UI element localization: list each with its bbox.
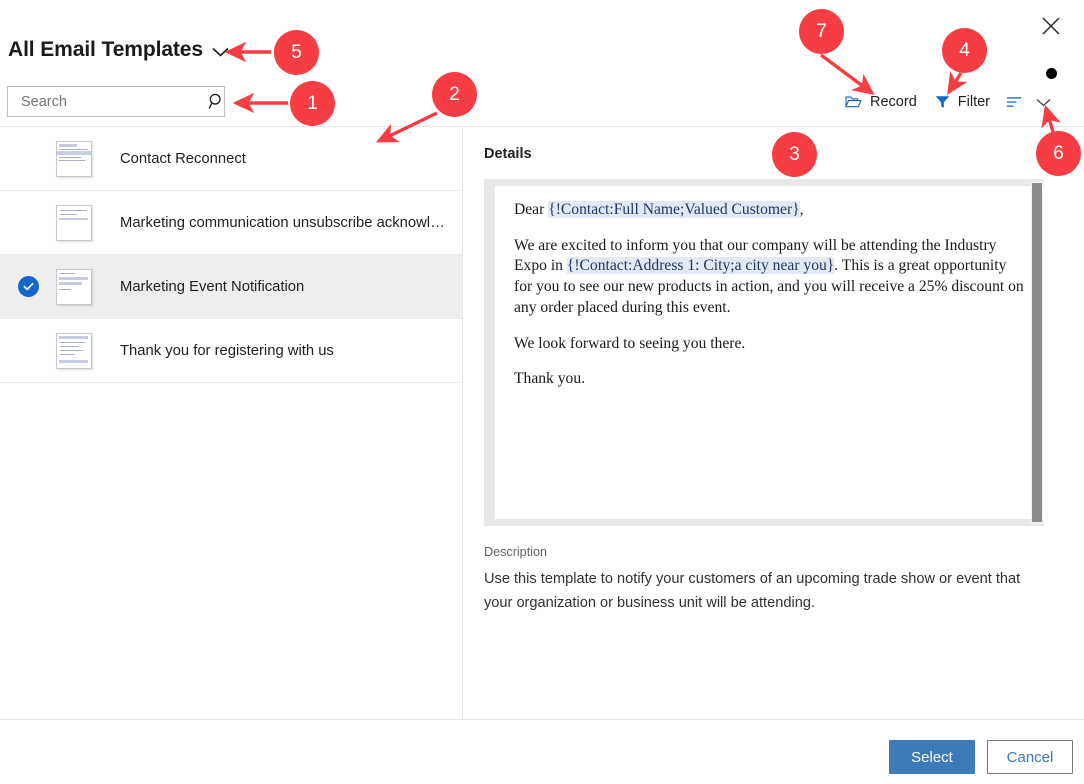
document-thumbnail-icon: [56, 141, 92, 177]
details-panel: Details Dear {!Contact:Full Name;Valued …: [462, 126, 1084, 720]
email-paragraph-4: Thank you.: [514, 369, 1028, 390]
annotation-badge-1: 1: [290, 81, 335, 126]
placeholder-token-full-name: {!Contact:Full Name;Valued Customer}: [548, 201, 799, 218]
document-thumbnail-icon: [56, 269, 92, 305]
view-selector[interactable]: All Email Templates: [8, 38, 229, 62]
filter-icon: [935, 95, 950, 109]
search-input[interactable]: [8, 87, 208, 116]
greeting-suffix: ,: [800, 201, 804, 218]
folder-open-icon: [845, 95, 862, 109]
email-preview-scrollbar[interactable]: [1031, 181, 1043, 524]
dialog-header: All Email Templates: [0, 0, 1084, 82]
record-button-label: Record: [870, 94, 917, 110]
filter-button[interactable]: Filter: [926, 89, 999, 115]
email-paragraph-2: We are excited to inform you that our co…: [514, 236, 1028, 319]
search-icon[interactable]: [208, 87, 225, 116]
list-item-label: Marketing Event Notification: [120, 279, 320, 295]
list-item[interactable]: Marketing communication unsubscribe ackn…: [0, 191, 462, 255]
email-greeting: Dear {!Contact:Full Name;Valued Customer…: [514, 200, 1028, 221]
search-box[interactable]: [7, 86, 225, 117]
list-item-selected-check[interactable]: [0, 276, 56, 297]
email-preview-body: Dear {!Contact:Full Name;Valued Customer…: [495, 186, 1044, 519]
close-icon[interactable]: [1040, 15, 1062, 37]
command-bar: Record Filter: [836, 89, 1058, 115]
list-item-label: Marketing communication unsubscribe ackn…: [120, 215, 462, 231]
list-item[interactable]: Marketing Event Notification: [0, 255, 462, 319]
record-button[interactable]: Record: [836, 89, 926, 115]
description-label: Description: [484, 545, 547, 559]
list-item-label: Thank you for registering with us: [120, 343, 350, 359]
document-thumbnail-icon: [56, 205, 92, 241]
checkmark-icon: [18, 276, 39, 297]
document-thumbnail-icon: [56, 333, 92, 369]
dialog-footer: Select Cancel: [0, 719, 1084, 784]
email-preview-frame: Dear {!Contact:Full Name;Valued Customer…: [484, 179, 1044, 526]
email-template-picker-dialog: All Email Templates Record: [0, 0, 1084, 784]
status-dot-indicator: [1046, 68, 1057, 79]
details-title: Details: [484, 146, 532, 162]
cancel-button[interactable]: Cancel: [987, 740, 1073, 774]
placeholder-token-city: {!Contact:Address 1: City;a city near yo…: [567, 257, 834, 274]
list-item[interactable]: Contact Reconnect: [0, 127, 462, 191]
chevron-down-icon[interactable]: [212, 47, 229, 57]
sort-lines-icon[interactable]: [999, 89, 1029, 115]
page-title: All Email Templates: [8, 38, 203, 62]
email-paragraph-3: We look forward to seeing you there.: [514, 334, 1028, 355]
select-button[interactable]: Select: [889, 740, 975, 774]
list-item[interactable]: Thank you for registering with us: [0, 319, 462, 383]
template-list: Contact Reconnect Marketing communicatio…: [0, 126, 462, 720]
greeting-prefix: Dear: [514, 201, 548, 218]
filter-button-label: Filter: [958, 94, 990, 110]
description-text: Use this template to notify your custome…: [484, 568, 1040, 615]
list-item-label: Contact Reconnect: [120, 151, 262, 167]
overflow-chevron-down-icon[interactable]: [1029, 89, 1058, 115]
scrollbar-thumb[interactable]: [1032, 183, 1042, 522]
